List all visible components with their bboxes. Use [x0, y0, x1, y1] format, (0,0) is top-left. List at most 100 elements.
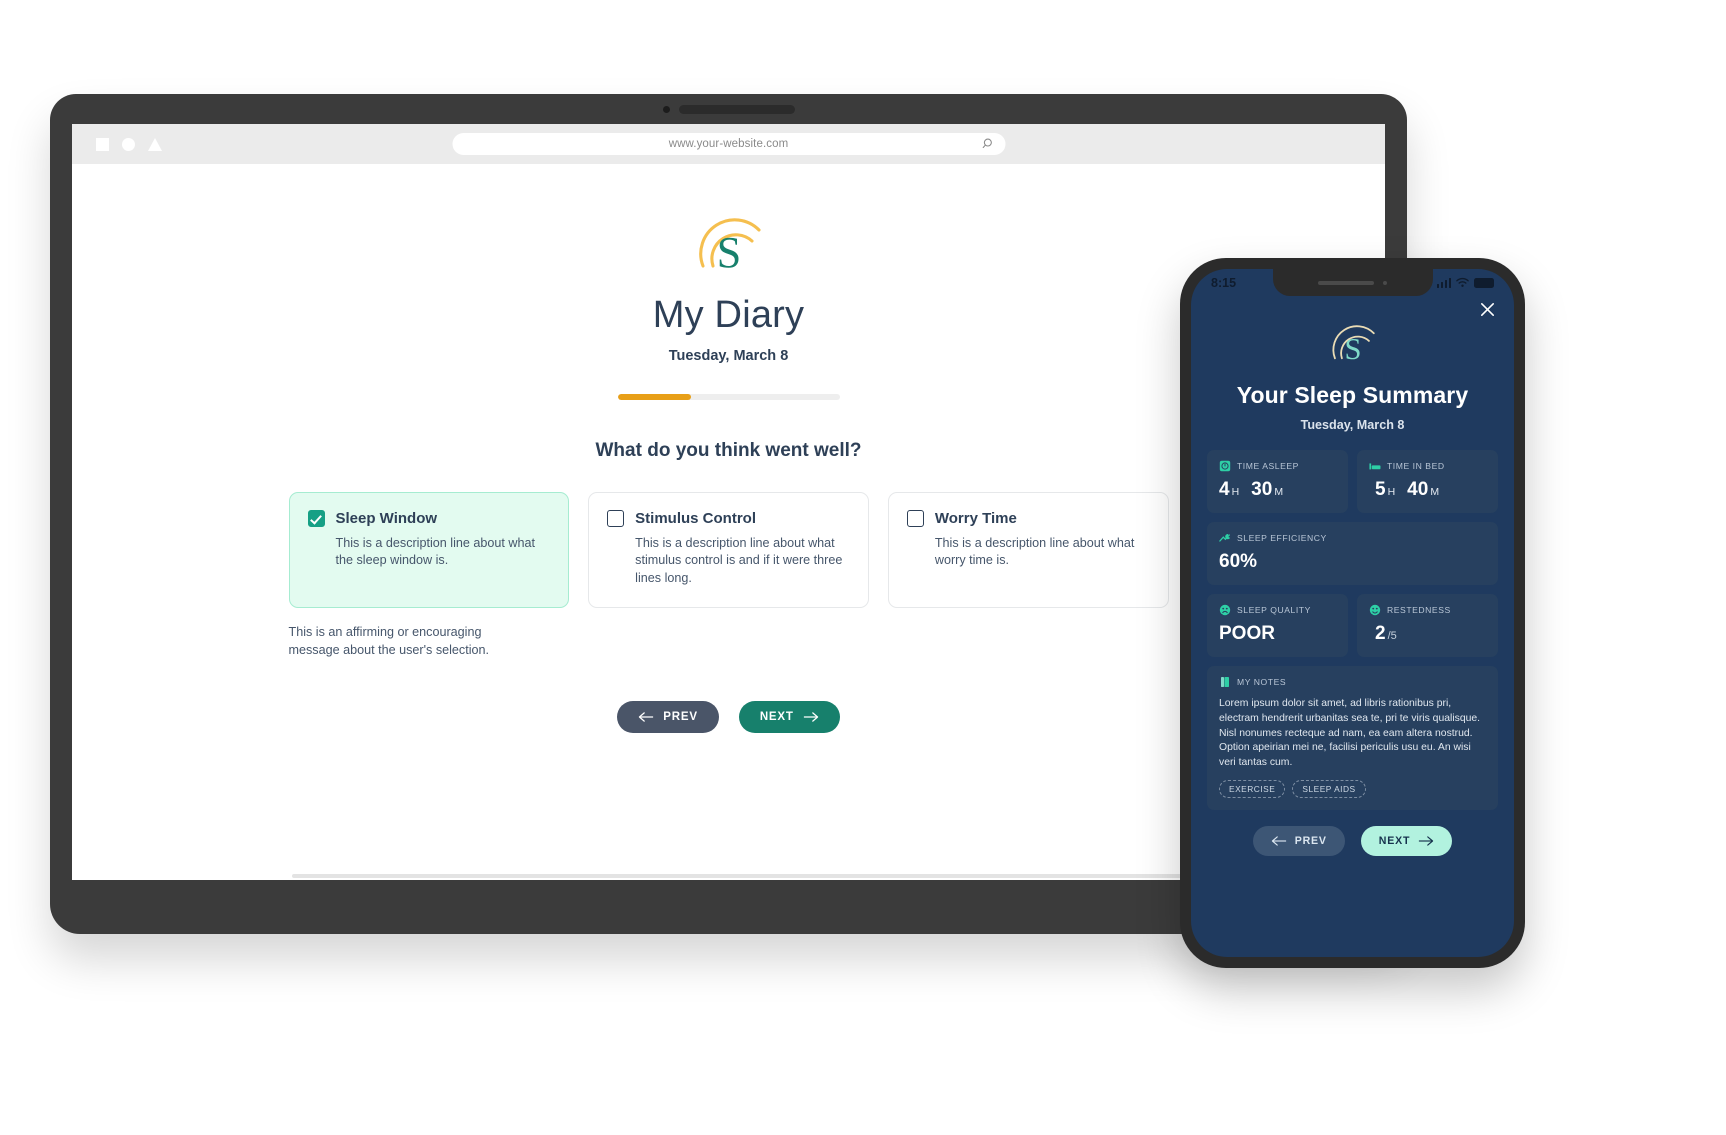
sleepio-s-logo-icon: S	[1331, 325, 1375, 366]
face-smile-icon	[1369, 604, 1381, 616]
phone-content: S Your Sleep Summary Tuesday, March 8 TI…	[1191, 296, 1514, 870]
phone-mockup: 8:15 S Your Sleep Summary Tuesday, March…	[1180, 258, 1525, 968]
next-button-label: NEXT	[759, 710, 794, 723]
option-description: This is a description line about what wo…	[934, 536, 1135, 568]
phone-screen: 8:15 S Your Sleep Summary Tuesday, March…	[1191, 269, 1514, 957]
option-card-sleep-window[interactable]: Sleep Window This is a description line …	[288, 492, 570, 609]
stat-label: SLEEP EFFICIENCY	[1237, 533, 1327, 543]
option-title: Worry Time	[934, 510, 1017, 527]
arrow-left-icon	[1271, 836, 1286, 846]
option-card-list: Sleep Window This is a description line …	[288, 492, 1169, 609]
phone-camera-icon	[1383, 280, 1387, 285]
bed-icon	[1369, 463, 1381, 470]
prev-button[interactable]: PREV	[617, 700, 719, 733]
tag-exercise[interactable]: EXERCISE	[1219, 779, 1286, 798]
laptop-camera-bar	[50, 94, 1407, 124]
clock-icon	[1219, 460, 1231, 472]
sleep-stats-list: TIME ASLEEP 4 H 30 M TIME IN BED 5 H 40 …	[1207, 450, 1498, 810]
option-card-stimulus-control[interactable]: Stimulus Control This is a description l…	[588, 492, 869, 609]
address-bar[interactable]: www.your-website.com	[452, 133, 1005, 155]
stat-value-hours: 5	[1375, 479, 1386, 500]
stat-card-time-in-bed[interactable]: TIME IN BED 5 H 40 M	[1357, 450, 1498, 513]
stat-row: SLEEP QUALITY POOR RESTEDNESS 2 /5	[1207, 594, 1498, 657]
option-card-header: Sleep Window	[307, 510, 551, 527]
phone-prev-button[interactable]: PREV	[1252, 825, 1345, 856]
stat-label-row: RESTEDNESS	[1369, 604, 1486, 616]
stat-value: 60%	[1219, 551, 1486, 573]
stat-value: 4 H 30 M	[1219, 479, 1336, 501]
stat-row: TIME ASLEEP 4 H 30 M TIME IN BED 5 H 40 …	[1207, 450, 1498, 513]
affirming-message-line1: This is an affirming or encouraging	[288, 625, 482, 640]
phone-title: Your Sleep Summary	[1236, 382, 1469, 408]
option-card-worry-time[interactable]: Worry Time This is a description line ab…	[887, 492, 1169, 609]
window-circle-icon[interactable]	[122, 137, 135, 151]
svg-text:S: S	[1344, 332, 1361, 366]
url-text: www.your-website.com	[668, 138, 789, 150]
phone-date: Tuesday, March 8	[1300, 418, 1405, 432]
stat-value-text: 60%	[1219, 551, 1258, 572]
progress-bar-fill	[617, 394, 691, 400]
stat-unit-hours: H	[1387, 486, 1396, 498]
prev-button-label: PREV	[663, 710, 698, 723]
close-icon[interactable]	[1478, 300, 1497, 319]
arrow-right-icon	[803, 712, 818, 722]
cellular-bars-icon	[1436, 277, 1451, 288]
sleepio-s-logo-icon: S	[698, 218, 761, 277]
stat-value-max: /5	[1387, 630, 1397, 642]
notes-tags: EXERCISE SLEEP AIDS	[1219, 779, 1486, 798]
stat-unit-minutes: M	[1430, 486, 1440, 498]
affirming-message: This is an affirming or encouraging mess…	[289, 624, 1169, 659]
phone-speaker-icon	[1318, 280, 1374, 285]
stat-value: 2 /5	[1369, 623, 1486, 645]
option-title: Sleep Window	[335, 510, 438, 527]
laptop-camera-icon	[662, 105, 670, 113]
window-triangle-icon[interactable]	[148, 137, 162, 151]
stat-card-sleep-quality[interactable]: SLEEP QUALITY POOR	[1207, 594, 1348, 657]
stat-label-row: SLEEP EFFICIENCY	[1219, 532, 1486, 544]
tag-sleep-aids[interactable]: SLEEP AIDS	[1292, 779, 1366, 798]
stat-label-row: SLEEP QUALITY	[1219, 604, 1336, 616]
stat-label: TIME ASLEEP	[1237, 461, 1299, 471]
checkbox-stimulus-control[interactable]	[607, 510, 625, 527]
option-card-header: Stimulus Control	[607, 510, 850, 527]
svg-text:S: S	[716, 228, 740, 277]
stat-card-time-asleep[interactable]: TIME ASLEEP 4 H 30 M	[1207, 450, 1348, 513]
checkbox-sleep-window[interactable]	[307, 510, 325, 527]
stat-unit-hours: H	[1231, 486, 1240, 498]
arrow-left-icon	[639, 712, 654, 722]
phone-next-button[interactable]: NEXT	[1360, 825, 1453, 856]
window-controls[interactable]	[96, 137, 162, 151]
stat-label: SLEEP QUALITY	[1237, 605, 1311, 615]
affirming-message-line2: message about the user's selection.	[288, 642, 490, 657]
notes-text: Lorem ipsum dolor sit amet, ad libris ra…	[1219, 698, 1481, 769]
laptop-speaker-icon	[678, 104, 795, 114]
option-title: Stimulus Control	[635, 510, 756, 527]
horizontal-scrollbar[interactable]	[292, 874, 1182, 878]
stat-value-minutes: 40	[1407, 479, 1429, 500]
battery-icon	[1474, 277, 1494, 288]
moon-icon	[1219, 534, 1231, 542]
stat-label-row: TIME ASLEEP	[1219, 460, 1336, 472]
arrow-right-icon	[1419, 836, 1434, 846]
search-icon[interactable]	[982, 138, 995, 151]
stat-value-hours: 4	[1219, 479, 1230, 500]
status-icons	[1436, 277, 1494, 288]
screenshot-stage: www.your-website.com S My Diary Tuesday,…	[0, 0, 1726, 1135]
notes-card[interactable]: MY NOTES Lorem ipsum dolor sit amet, ad …	[1207, 666, 1498, 810]
stat-card-restedness[interactable]: RESTEDNESS 2 /5	[1357, 594, 1498, 657]
stat-card-sleep-efficiency[interactable]: SLEEP EFFICIENCY 60%	[1207, 522, 1498, 585]
stat-label: RESTEDNESS	[1387, 605, 1451, 615]
checkbox-worry-time[interactable]	[906, 510, 924, 527]
option-description: This is a description line about what th…	[335, 536, 536, 568]
next-button[interactable]: NEXT	[738, 700, 840, 733]
status-time: 8:15	[1211, 275, 1237, 290]
phone-notch	[1272, 269, 1433, 296]
stat-value-score: 2	[1375, 623, 1386, 644]
stat-row: SLEEP EFFICIENCY 60%	[1207, 522, 1498, 585]
phone-navigation-buttons: PREV NEXT	[1207, 825, 1498, 870]
window-square-icon[interactable]	[96, 137, 109, 151]
phone-next-label: NEXT	[1378, 834, 1411, 847]
notes-label: MY NOTES	[1237, 677, 1287, 687]
stat-label-row: TIME IN BED	[1369, 460, 1486, 472]
wifi-icon	[1456, 277, 1469, 287]
